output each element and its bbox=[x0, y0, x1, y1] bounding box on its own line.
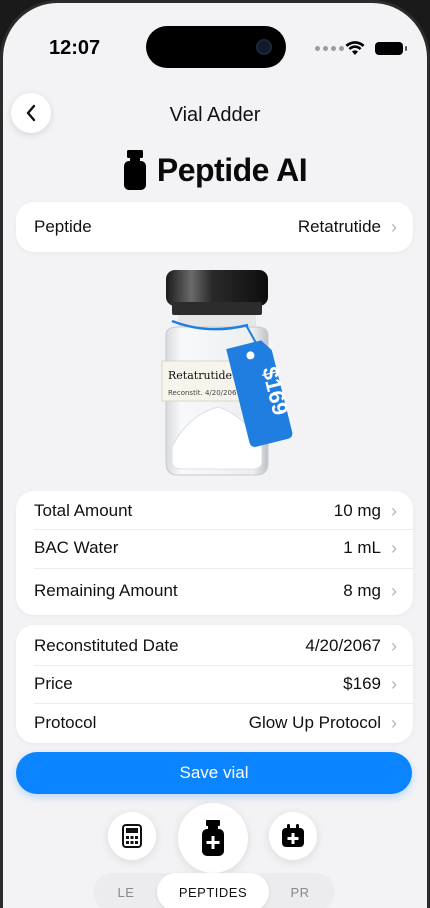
brand-name: Peptide AI bbox=[156, 151, 308, 188]
tab-peptides[interactable]: PEPTIDES bbox=[157, 873, 269, 908]
protocol-value: Glow Up Protocol bbox=[248, 713, 381, 732]
remaining-amount-value: 8 mg bbox=[343, 581, 381, 600]
reconstituted-date-value: 4/20/2067 bbox=[305, 636, 381, 655]
add-calendar-button[interactable] bbox=[269, 812, 317, 860]
tab-pr[interactable]: PR bbox=[275, 873, 325, 908]
peptide-selector[interactable]: Peptide Retatrutide › bbox=[16, 202, 413, 252]
price-row[interactable]: Price $169 › bbox=[34, 666, 397, 702]
bac-water-row[interactable]: BAC Water 1 mL › bbox=[34, 530, 397, 566]
calculator-button[interactable] bbox=[108, 812, 156, 860]
details-card: Reconstituted Date 4/20/2067 › Price $169… bbox=[16, 625, 413, 743]
chevron-right-icon: › bbox=[391, 674, 397, 694]
chevron-right-icon: › bbox=[391, 217, 397, 237]
price-value: $169 bbox=[343, 674, 381, 693]
reconstituted-date-row[interactable]: Reconstituted Date 4/20/2067 › bbox=[34, 627, 397, 665]
calculator-icon bbox=[122, 824, 142, 848]
wifi-icon bbox=[345, 41, 365, 55]
vial-label-name: Retatrutide bbox=[168, 369, 232, 382]
chevron-right-icon: › bbox=[391, 581, 397, 601]
protocol-row[interactable]: Protocol Glow Up Protocol › bbox=[34, 704, 397, 742]
add-vial-icon bbox=[202, 820, 224, 856]
bac-water-label: BAC Water bbox=[34, 538, 119, 557]
peptide-row[interactable]: Peptide Retatrutide › bbox=[34, 202, 397, 252]
dynamic-island bbox=[146, 26, 286, 68]
price-label: Price bbox=[34, 674, 73, 693]
tab-bar: LE PEPTIDES PR bbox=[93, 873, 335, 908]
vial-label-note: Reconstit. 4/20/2067 bbox=[168, 389, 241, 397]
save-vial-button[interactable]: Save vial bbox=[16, 752, 412, 794]
battery-icon bbox=[375, 42, 407, 55]
chevron-right-icon: › bbox=[391, 636, 397, 656]
status-time: 12:07 bbox=[49, 37, 101, 59]
page-title: Vial Adder bbox=[169, 104, 261, 126]
vial-image: Retatrutide Reconstit. 4/20/2067 $169 bbox=[148, 265, 308, 480]
reconstituted-date-label: Reconstituted Date bbox=[34, 636, 179, 655]
cellular-signal-icon bbox=[315, 46, 344, 51]
add-vial-button[interactable] bbox=[178, 803, 248, 873]
total-amount-value: 10 mg bbox=[333, 501, 381, 520]
remaining-amount-row[interactable]: Remaining Amount 8 mg › bbox=[34, 571, 397, 611]
remaining-amount-label: Remaining Amount bbox=[34, 581, 178, 600]
vial-logo-icon bbox=[123, 150, 146, 190]
chevron-right-icon: › bbox=[391, 501, 397, 521]
total-amount-row[interactable]: Total Amount 10 mg › bbox=[34, 493, 397, 529]
peptide-value: Retatrutide bbox=[297, 217, 381, 236]
peptide-label: Peptide bbox=[34, 217, 92, 236]
amounts-card: Total Amount 10 mg › BAC Water 1 mL › Rema… bbox=[16, 491, 413, 615]
status-bar: 12:07 bbox=[3, 3, 427, 73]
app-screen: 12:07 Vial Adder Peptide AI Peptide Reta… bbox=[0, 0, 430, 908]
bac-water-value: 1 mL bbox=[343, 538, 381, 557]
add-calendar-icon bbox=[282, 824, 304, 847]
total-amount-label: Total Amount bbox=[34, 501, 133, 520]
protocol-label: Protocol bbox=[34, 713, 97, 732]
chevron-right-icon: › bbox=[391, 713, 397, 733]
tab-le[interactable]: LE bbox=[101, 873, 151, 908]
brand-header: Peptide AI bbox=[3, 145, 427, 195]
chevron-right-icon: › bbox=[391, 538, 397, 558]
